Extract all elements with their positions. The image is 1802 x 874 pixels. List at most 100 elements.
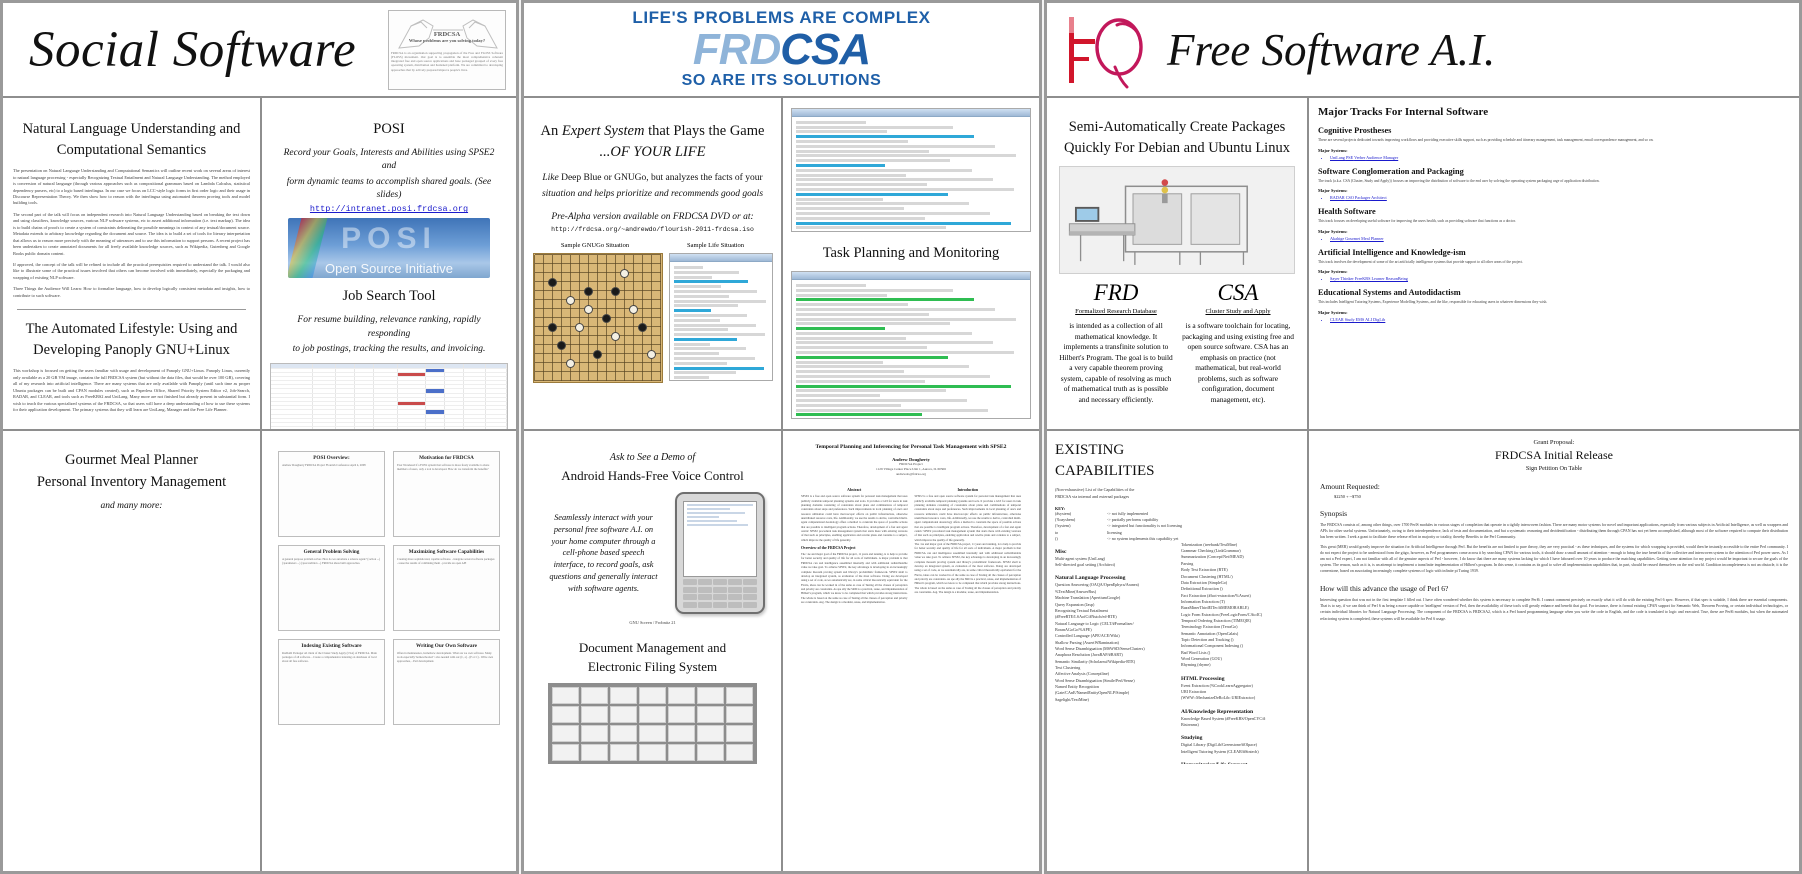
link[interactable]: Packager	[1355, 195, 1370, 200]
list-item[interactable]: Akahige Gourmet Meal Planner	[1330, 236, 1790, 241]
link[interactable]: Akahige	[1330, 236, 1344, 241]
document-thumbnail[interactable]	[552, 725, 579, 743]
ui-row	[673, 309, 711, 313]
key[interactable]	[728, 594, 742, 601]
link[interactable]: Sayer	[1330, 276, 1340, 281]
key[interactable]	[728, 579, 742, 586]
key[interactable]	[728, 586, 742, 593]
link[interactable]: EMS	[1356, 317, 1365, 322]
frd-body: is intended as a collection of all mathe…	[1059, 321, 1173, 404]
link-list[interactable]: RADAR CSO Packager Architect	[1330, 195, 1387, 200]
document-thumbnail[interactable]	[581, 706, 608, 724]
document-thumbnail[interactable]	[610, 706, 637, 724]
table-cell	[445, 368, 465, 372]
table-cell	[426, 397, 446, 402]
paper-affil-3: andrewdo@frdcsa.org	[895, 472, 927, 477]
list-item[interactable]: CLEAR Study EMS ALI DigLib	[1330, 317, 1790, 322]
key[interactable]	[728, 601, 742, 608]
document-thumbnail[interactable]	[668, 706, 695, 724]
table-cell	[426, 385, 446, 389]
key[interactable]	[683, 594, 697, 601]
key[interactable]	[683, 601, 697, 608]
key[interactable]	[698, 579, 712, 586]
key[interactable]	[743, 601, 757, 608]
key[interactable]	[713, 594, 727, 601]
list-item[interactable]: Sayer Thinker FreeKBS Learner ReasonBein…	[1330, 276, 1790, 281]
go-board-image	[532, 253, 663, 384]
link[interactable]: FreeKBS	[1355, 276, 1371, 281]
document-thumbnail[interactable]	[581, 687, 608, 705]
document-thumbnail[interactable]	[668, 687, 695, 705]
list-item[interactable]: RADAR CSO Packager Architect	[1330, 195, 1790, 200]
document-thumbnail[interactable]	[668, 744, 695, 762]
table-cell	[485, 427, 507, 429]
phone-keyboard[interactable]	[683, 579, 757, 608]
document-thumbnail[interactable]	[552, 744, 579, 762]
major-systems-label: Major Systems:	[1318, 147, 1348, 153]
document-thumbnail[interactable]	[726, 687, 753, 705]
key[interactable]	[698, 594, 712, 601]
link[interactable]: Verber	[1354, 155, 1365, 160]
document-thumbnail[interactable]	[668, 725, 695, 743]
document-thumbnail[interactable]	[639, 687, 666, 705]
key[interactable]	[698, 586, 712, 593]
link[interactable]: ReasonBeing	[1386, 276, 1408, 281]
list-item[interactable]: UniLang PSE Verber Audience Manager	[1330, 155, 1790, 160]
table-cell	[445, 406, 465, 410]
document-thumbnail[interactable]	[639, 706, 666, 724]
document-thumbnail[interactable]	[639, 744, 666, 762]
table-cell	[355, 364, 375, 368]
link[interactable]: Architect	[1371, 195, 1387, 200]
link[interactable]: Study	[1345, 317, 1355, 322]
link-list[interactable]: Sayer Thinker FreeKBS Learner ReasonBein…	[1330, 276, 1408, 281]
document-thumbnail[interactable]	[610, 687, 637, 705]
document-thumbnail[interactable]	[552, 687, 579, 705]
key[interactable]	[683, 579, 697, 586]
document-thumbnail[interactable]	[610, 725, 637, 743]
document-thumbnail[interactable]	[610, 744, 637, 762]
link[interactable]: UniLang	[1330, 155, 1345, 160]
document-thumbnail[interactable]	[697, 725, 724, 743]
link[interactable]: CLEAR	[1330, 317, 1344, 322]
frdcsa-flyer-thumbnail: FRDCSA Whose problems are you solving to…	[388, 9, 506, 90]
panoply-title-line1: The Automated Lifestyle: Using and	[25, 321, 238, 338]
caption-gnugo: Sample GNUGo Situation	[560, 242, 630, 250]
link[interactable]: PSE	[1346, 155, 1353, 160]
key[interactable]	[713, 601, 727, 608]
link[interactable]: Audience Manager	[1366, 155, 1398, 160]
key[interactable]	[743, 586, 757, 593]
link[interactable]: Gourmet Meal Planner	[1345, 236, 1383, 241]
track-links: RADAR CSO Packager Architect	[1330, 195, 1790, 200]
posi-url-link[interactable]: http://intranet.posi.frdcsa.org	[270, 204, 508, 214]
table-cell	[398, 418, 427, 422]
link[interactable]: RADAR	[1330, 195, 1345, 200]
document-thumbnail[interactable]	[697, 744, 724, 762]
key[interactable]	[698, 601, 712, 608]
link-list[interactable]: UniLang PSE Verber Audience Manager	[1330, 155, 1398, 160]
key[interactable]	[713, 579, 727, 586]
link-list[interactable]: CLEAR Study EMS ALI DigLib	[1330, 317, 1385, 322]
document-thumbnail[interactable]	[581, 744, 608, 762]
document-thumbnail[interactable]	[726, 706, 753, 724]
expert-system-iso-url[interactable]: http://frdcsa.org/~andrewdo/flourish-201…	[532, 226, 773, 233]
document-thumbnail[interactable]	[639, 725, 666, 743]
key[interactable]	[743, 594, 757, 601]
document-thumbnail[interactable]	[552, 706, 579, 724]
document-thumbnail[interactable]	[581, 725, 608, 743]
document-thumbnail[interactable]	[726, 744, 753, 762]
document-thumbnail[interactable]	[726, 725, 753, 743]
link[interactable]: ALI	[1365, 317, 1372, 322]
link[interactable]: CSO	[1346, 195, 1354, 200]
link[interactable]: DigLib	[1373, 317, 1385, 322]
link-list[interactable]: Akahige Gourmet Meal Planner	[1330, 236, 1384, 241]
key[interactable]	[713, 586, 727, 593]
link[interactable]: Learner	[1371, 276, 1384, 281]
key[interactable]	[743, 579, 757, 586]
ui-row	[796, 351, 1014, 355]
document-thumbnail[interactable]	[697, 687, 724, 705]
table-cell	[426, 368, 446, 372]
key[interactable]	[683, 586, 697, 593]
table-cell	[312, 406, 337, 410]
link[interactable]: Thinker	[1341, 276, 1354, 281]
document-thumbnail[interactable]	[697, 706, 724, 724]
